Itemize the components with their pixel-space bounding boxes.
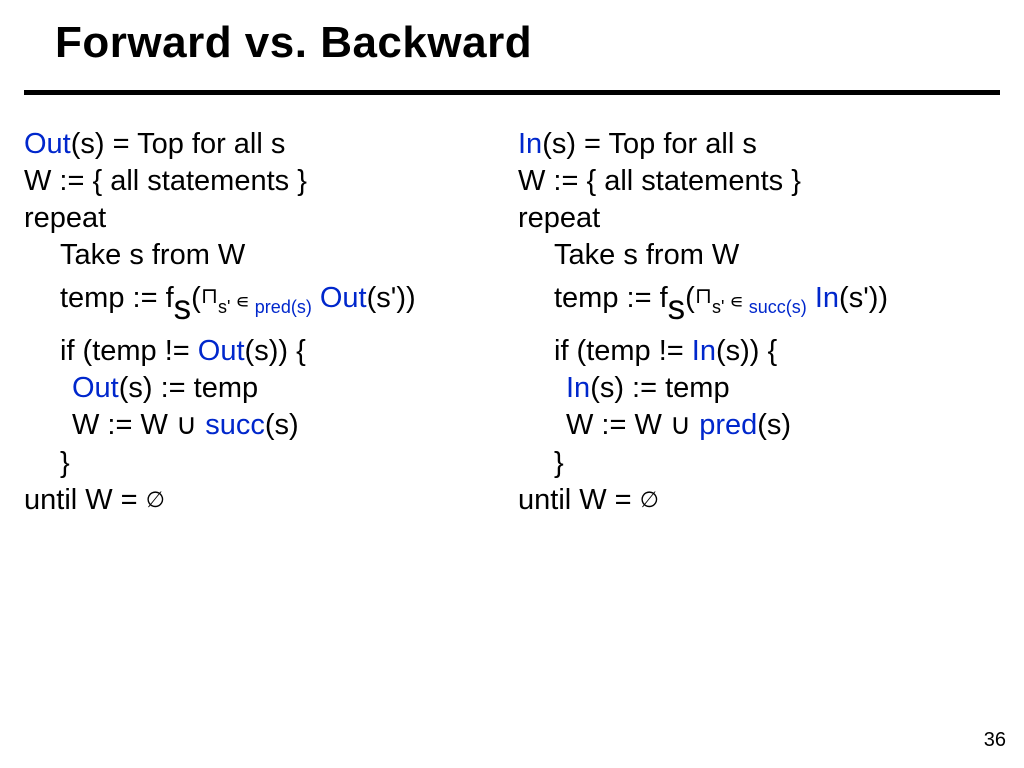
title-rule (24, 90, 1000, 95)
succ-call: succ (205, 409, 265, 441)
fwd-line-5: temp := fs(⊓sʹ ∊ pred(s) Out(sʹ)) (24, 274, 506, 319)
fwd-line-4: Take s from W (24, 237, 506, 274)
in-call: In (815, 282, 839, 314)
emptyset-icon: ∅ (146, 487, 165, 512)
bwd-line-2: W := { all statements } (518, 163, 1000, 200)
out-call: Out (320, 282, 367, 314)
succ-call: succ(s) (749, 297, 807, 317)
fwd-line-3: repeat (24, 200, 506, 237)
bwd-line-6: if (temp != In(s)) { (518, 333, 1000, 370)
in-call: In (566, 372, 590, 404)
bwd-line-1: In(s) = Top for all s (518, 126, 1000, 163)
emptyset-icon: ∅ (640, 487, 659, 512)
bwd-line-8: W := W ∪ pred(s) (518, 407, 1000, 444)
fwd-line-2: W := { all statements } (24, 163, 506, 200)
out-call: Out (24, 128, 71, 160)
forward-column: Out(s) = Top for all s W := { all statem… (24, 126, 512, 519)
union-icon: ∪ (670, 409, 691, 441)
backward-column: In(s) = Top for all s W := { all stateme… (512, 126, 1000, 519)
fwd-line-1: Out(s) = Top for all s (24, 126, 506, 163)
bwd-line-9: } (518, 445, 1000, 482)
spacer (518, 319, 1000, 333)
element-of-icon: ∊ (235, 291, 249, 313)
pred-call: pred (699, 409, 757, 441)
fwd-line-9: } (24, 445, 506, 482)
bwd-line-3: repeat (518, 200, 1000, 237)
in-call: In (692, 335, 716, 367)
bwd-line-4: Take s from W (518, 237, 1000, 274)
bwd-line-7: In(s) := temp (518, 370, 1000, 407)
meet-icon: ⊓ (695, 283, 712, 308)
out-call: Out (72, 372, 119, 404)
bwd-line-10: until W = ∅ (518, 482, 1000, 519)
out-call: Out (198, 335, 245, 367)
fwd-line-6: if (temp != Out(s)) { (24, 333, 506, 370)
fwd-line-8: W := W ∪ succ(s) (24, 407, 506, 444)
union-icon: ∪ (176, 409, 197, 441)
pred-call: pred(s) (255, 297, 312, 317)
fwd-line-7: Out(s) := temp (24, 370, 506, 407)
in-call: In (518, 128, 542, 160)
page-number: 36 (984, 729, 1006, 752)
meet-icon: ⊓ (201, 283, 218, 308)
element-of-icon: ∊ (729, 291, 743, 313)
slide-title: Forward vs. Backward (55, 18, 532, 68)
content-columns: Out(s) = Top for all s W := { all statem… (24, 126, 1000, 519)
spacer (24, 319, 506, 333)
bwd-line-5: temp := fs(⊓sʹ ∊ succ(s) In(sʹ)) (518, 274, 1000, 319)
fwd-line-10: until W = ∅ (24, 482, 506, 519)
slide: Forward vs. Backward Out(s) = Top for al… (0, 0, 1024, 768)
